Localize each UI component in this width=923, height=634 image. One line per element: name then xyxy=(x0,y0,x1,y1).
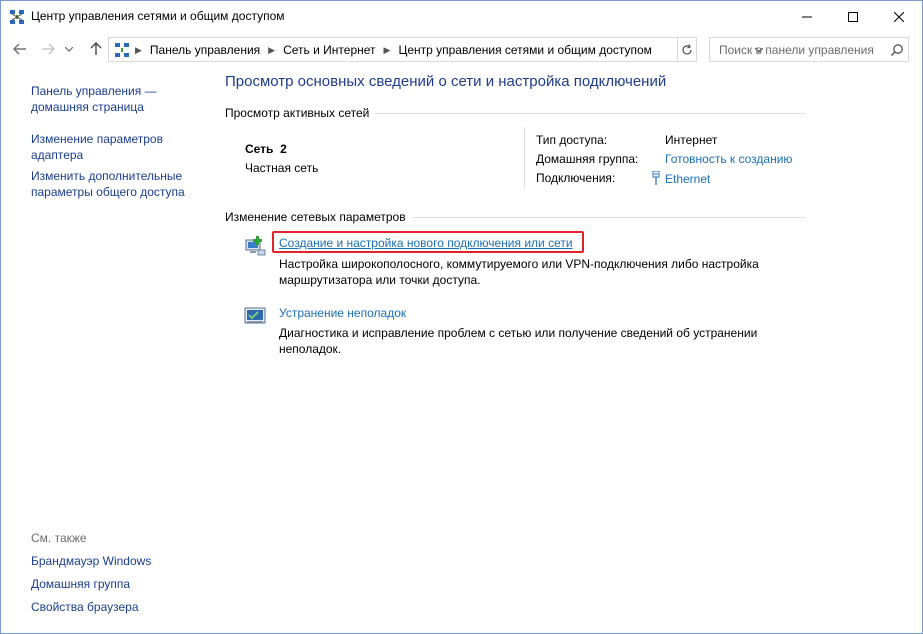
close-icon xyxy=(894,11,904,22)
window: Центр управления сетями и общим доступом xyxy=(0,0,923,634)
see-also-homegroup-link[interactable]: Домашняя группа xyxy=(31,576,206,592)
breadcrumb-network-center[interactable]: Центр управления сетями и общим доступом xyxy=(398,43,652,57)
main-pane: Просмотр основных сведений о сети и наст… xyxy=(211,67,911,633)
refresh-icon xyxy=(681,43,692,54)
connections-label: Подключения: xyxy=(536,171,616,185)
breadcrumb-control-panel[interactable]: Панель управления xyxy=(150,43,260,57)
chevron-down-icon xyxy=(65,46,73,52)
navigation-bar: ▶ Панель управления ▶ Сеть и Интернет ▶ … xyxy=(1,35,922,65)
back-button[interactable] xyxy=(10,39,30,59)
troubleshoot-link[interactable]: Устранение неполадок xyxy=(279,306,406,320)
title-bar: Центр управления сетями и общим доступом xyxy=(1,1,922,32)
see-also-browser-properties-link[interactable]: Свойства браузера xyxy=(31,599,206,615)
chevron-right-icon[interactable]: ▶ xyxy=(268,45,275,56)
setup-new-connection-description: Настройка широкополосного, коммутируемог… xyxy=(279,257,759,287)
active-networks-header-label: Просмотр активных сетей xyxy=(225,106,370,120)
change-adapter-settings-link[interactable]: Изменение параметров адаптера xyxy=(31,131,206,163)
see-also-firewall-link[interactable]: Брандмауэр Windows xyxy=(31,553,206,569)
troubleshoot-description: Диагностика и исправление проблем с сеть… xyxy=(279,326,758,356)
ethernet-connection-link[interactable]: Ethernet xyxy=(651,171,710,186)
arrow-up-icon xyxy=(90,42,102,55)
chevron-right-icon: ▶ xyxy=(135,44,142,55)
breadcrumb-network-internet[interactable]: Сеть и Интернет xyxy=(283,43,375,57)
divider xyxy=(411,216,805,218)
new-connection-icon xyxy=(245,236,266,256)
recent-locations-button[interactable] xyxy=(62,39,76,59)
network-center-icon xyxy=(115,43,129,57)
network-name: Сеть 2 xyxy=(245,142,287,156)
arrow-left-icon xyxy=(13,43,26,55)
advanced-sharing-settings-link[interactable]: Изменить дополнительные параметры общего… xyxy=(31,168,206,200)
refresh-button[interactable] xyxy=(677,37,697,62)
divider xyxy=(524,127,525,189)
search-icon xyxy=(890,44,903,57)
minimize-button[interactable] xyxy=(784,1,830,32)
forward-button[interactable] xyxy=(38,39,58,59)
arrow-right-icon xyxy=(42,43,55,55)
access-type-label: Тип доступа: xyxy=(536,133,608,147)
breadcrumb: ▶ Панель управления ▶ Сеть и Интернет ▶ … xyxy=(135,43,652,57)
maximize-button[interactable] xyxy=(830,1,876,32)
up-button[interactable] xyxy=(86,39,106,59)
window-title: Центр управления сетями и общим доступом xyxy=(31,9,285,23)
troubleshoot-icon xyxy=(244,307,266,324)
network-type: Частная сеть xyxy=(245,161,319,175)
address-bar[interactable]: ▶ Панель управления ▶ Сеть и Интернет ▶ … xyxy=(108,37,763,62)
search-input[interactable]: Поиск в панели управления xyxy=(709,37,909,62)
minimize-icon xyxy=(802,16,812,17)
ethernet-icon xyxy=(652,171,660,185)
network-center-icon xyxy=(10,10,24,24)
left-pane: Панель управления — домашняя страница Из… xyxy=(1,67,211,633)
change-settings-header: Изменение сетевых параметров xyxy=(225,210,805,224)
see-also-label: См. также xyxy=(31,531,87,545)
active-networks-header: Просмотр активных сетей xyxy=(225,106,805,120)
search-placeholder: Поиск в панели управления xyxy=(719,43,874,57)
change-settings-header-label: Изменение сетевых параметров xyxy=(225,210,406,224)
page-title: Просмотр основных сведений о сети и наст… xyxy=(225,73,667,90)
highlight-box xyxy=(272,231,584,253)
homegroup-link[interactable]: Готовность к созданию xyxy=(665,152,792,166)
access-type-value: Интернет xyxy=(665,133,718,147)
chevron-right-icon[interactable]: ▶ xyxy=(384,45,391,56)
close-button[interactable] xyxy=(876,1,922,32)
homegroup-label: Домашняя группа: xyxy=(536,152,639,166)
ethernet-connection-label: Ethernet xyxy=(665,172,711,186)
control-panel-home-link[interactable]: Панель управления — домашняя страница xyxy=(31,83,206,115)
maximize-icon xyxy=(848,11,858,22)
divider xyxy=(375,112,805,114)
